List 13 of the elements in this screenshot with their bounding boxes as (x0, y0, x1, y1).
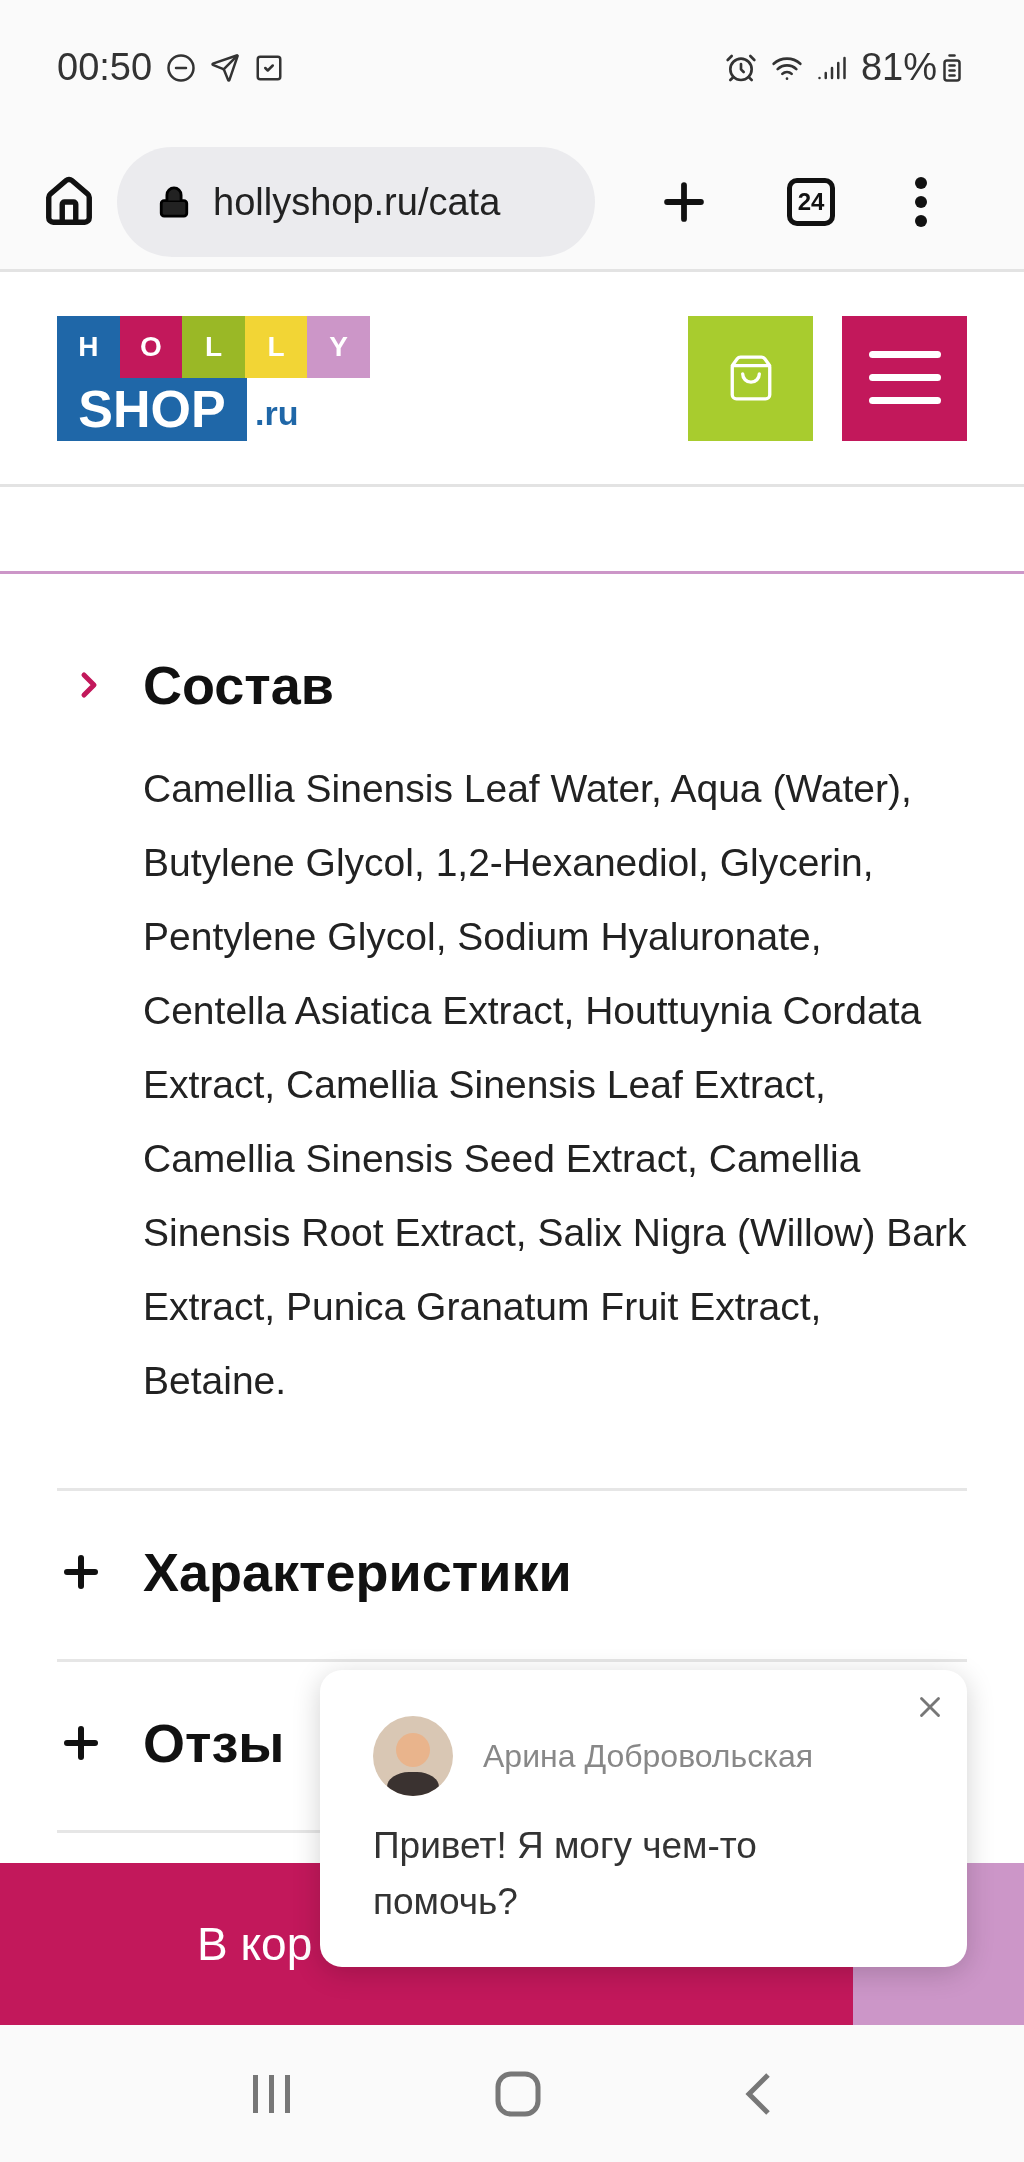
url-text: hollyshop.ru/cata (213, 180, 501, 224)
logo-text: SHOP (57, 377, 247, 441)
logo-letter: H (57, 315, 120, 378)
logo-letter: L (182, 315, 245, 378)
logo-letter: Y (307, 315, 370, 378)
ingredients-text: Camellia Sinensis Leaf Water, Aqua (Water), Butylene Glycol, 1,2-Hexanediol, Glycerin, Pentylene Glycol, Sodium Hyaluronate, Centella Asiatica Extract, Houttuynia Cordata Extract, Camellia Sinensis Leaf Extract, Camellia Sinensis Seed Extract, Camellia Sinensis Root Extract, Salix Nigra (Willow) Bark Extract, Punica Granatum Fruit Extract, Betaine. (143, 766, 968, 1404)
chat-message: Привет! Я могу чем-то помочь? (373, 1824, 758, 1924)
battery-percent: 81% (860, 46, 937, 89)
clock-time: 00:50 (57, 46, 153, 89)
agent-name: Арина Добровольская (483, 1737, 814, 1775)
logo-letter: L (244, 315, 308, 378)
logo-domain: .ru (254, 393, 299, 434)
logo-letter: O (119, 315, 183, 378)
